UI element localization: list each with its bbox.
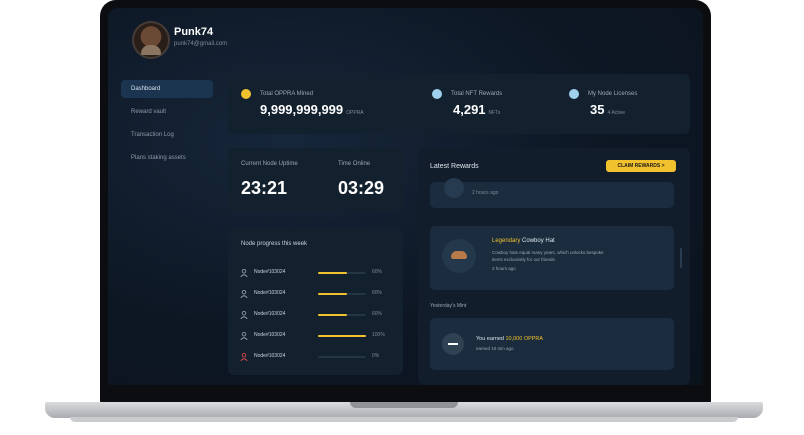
sidebar-item-dashboard[interactable]: Dashboard <box>121 80 213 98</box>
node-progress-row: Node#103024 0% <box>240 352 390 364</box>
sidebar-item-plans-staking[interactable]: Plans staking assets <box>121 149 213 167</box>
reward-featured-desc: Cowboy hats equal many years, which unlo… <box>492 250 604 262</box>
reward-featured-time: 2 hours ago <box>492 266 516 271</box>
node-progress-row: Node#103024 60% <box>240 268 390 280</box>
node-progress-percent: 60% <box>372 269 383 275</box>
node-progress-bar <box>318 314 366 316</box>
node-progress-percent: 60% <box>372 311 383 317</box>
cowboy-hat-icon <box>442 239 476 273</box>
node-progress-row: Node#103024 60% <box>240 289 390 301</box>
stat-license-label: My Node Licenses <box>588 91 638 97</box>
user-icon <box>240 290 248 298</box>
stat-license-value: 35 4 Active <box>590 102 625 117</box>
uptime-value: 23:21 <box>241 178 288 198</box>
app-screen: Punk74 punk74@gmail.com Dashboard Reward… <box>108 8 703 385</box>
yesterday-label: Yesterday's Mint <box>430 303 467 309</box>
node-progress-row: Node#103024 60% <box>240 310 390 322</box>
node-progress-bar <box>318 272 366 274</box>
stat-nft-label: Total NFT Rewards <box>451 91 503 97</box>
uptime-card: Current Node Uptime 23:21 Time Online 03… <box>228 148 403 211</box>
nft-dot-icon <box>432 89 442 99</box>
laptop-notch <box>350 402 458 408</box>
license-dot-icon <box>569 89 579 99</box>
node-id: Node#103024 <box>254 290 286 296</box>
yesterday-time: earned 10 min ago <box>476 346 514 351</box>
node-progress-title: Node progress this week <box>241 241 308 247</box>
online-label: Time Online <box>338 161 371 167</box>
reward-icon <box>444 178 464 198</box>
rewards-title: Latest Rewards <box>430 163 479 170</box>
node-progress-percent: 100% <box>372 332 385 338</box>
node-progress-fill <box>318 272 347 274</box>
sidebar-item-transaction-log[interactable]: Transaction Log <box>121 126 213 144</box>
user-icon <box>240 269 248 277</box>
node-progress-row: Node#103024 100% <box>240 331 390 343</box>
node-progress-card: Node progress this week Node#103024 60% No… <box>228 228 403 375</box>
stat-oppra-label: Total OPPRA Mined <box>260 91 314 97</box>
sidebar-item-reward-vault[interactable]: Reward vault <box>121 103 213 121</box>
reward-time: 2 hours ago <box>472 190 499 196</box>
node-progress-bar <box>318 356 366 358</box>
rewards-card: Latest Rewards CLAIM REWARDS > 2 hours a… <box>418 148 690 385</box>
uptime-label: Current Node Uptime <box>241 161 298 167</box>
stats-card: Total OPPRA Mined 9,999,999,999 OPPRA Tot… <box>228 74 690 134</box>
node-progress-fill <box>318 314 347 316</box>
claim-rewards-button[interactable]: CLAIM REWARDS > <box>606 160 676 172</box>
user-avatar[interactable] <box>132 21 170 59</box>
yesterday-text: You earned 10,000 OPPRA <box>476 336 544 342</box>
node-progress-percent: 0% <box>372 353 380 359</box>
reward-item-yesterday[interactable]: You earned 10,000 OPPRA earned 10 min ag… <box>430 318 674 370</box>
node-progress-bar <box>318 293 366 295</box>
laptop-foot <box>70 417 738 422</box>
reward-item-featured[interactable]: Legendary Cowboy Hat Cowboy hats equal m… <box>430 226 674 290</box>
reward-item-partial[interactable]: 2 hours ago <box>430 178 674 208</box>
stat-nft-value: 4,291 NFTs <box>453 102 501 117</box>
node-progress-fill <box>318 335 366 337</box>
node-progress-bar <box>318 335 366 337</box>
node-id: Node#103024 <box>254 332 286 338</box>
node-id: Node#103024 <box>254 311 286 317</box>
oppra-dot-icon <box>241 89 251 99</box>
node-progress-percent: 60% <box>372 290 383 296</box>
stat-oppra-value: 9,999,999,999 OPPRA <box>260 102 364 117</box>
reward-featured-title: Legendary Cowboy Hat <box>492 238 555 244</box>
minus-icon <box>442 333 464 355</box>
rewards-scrollbar[interactable] <box>680 248 682 268</box>
node-progress-fill <box>318 293 347 295</box>
online-value: 03:29 <box>338 178 385 198</box>
node-id: Node#103024 <box>254 353 286 359</box>
user-icon <box>240 353 248 361</box>
user-icon <box>240 311 248 319</box>
user-icon <box>240 332 248 340</box>
user-name: Punk74 <box>174 26 214 38</box>
node-id: Node#103024 <box>254 269 286 275</box>
user-email: punk74@gmail.com <box>174 41 228 47</box>
